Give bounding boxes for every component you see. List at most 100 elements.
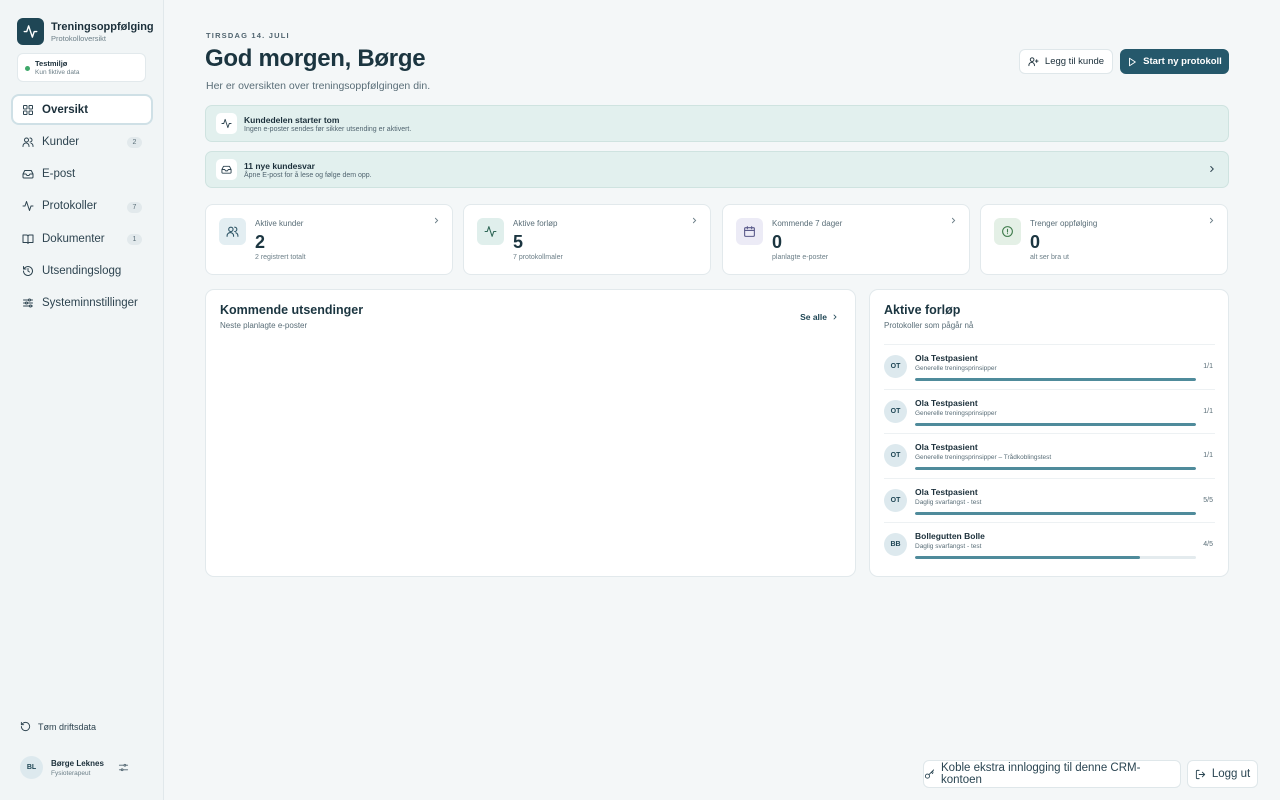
link-login-label: Koble ekstra innlogging til denne CRM-ko…: [941, 762, 1141, 786]
list-item[interactable]: OT Ola Testpasient Generelle treningspri…: [884, 388, 1215, 434]
customer-name: Ola Testpasient: [915, 397, 978, 408]
calendar-icon: [736, 218, 763, 245]
start-protocol-button[interactable]: Start ny protokoll: [1120, 49, 1229, 74]
inbox-icon: [216, 159, 237, 180]
protocol-name: Daglig svarfangst - test: [915, 543, 982, 551]
avatar: OT: [884, 444, 907, 468]
progress-fill: [915, 511, 1196, 515]
progress-count: 1/1: [1203, 407, 1213, 415]
count-badge: 2: [127, 137, 142, 149]
environment-subtitle: Kun fiktive data: [35, 69, 80, 76]
active-courses-panel: Aktive forløp Protokoller som pågår nå O…: [869, 289, 1229, 577]
list-item[interactable]: OT Ola Testpasient Generelle treningspri…: [884, 433, 1215, 478]
play-icon: [1127, 57, 1137, 67]
avatar: BL: [20, 756, 43, 779]
progress-count: 1/1: [1203, 452, 1213, 460]
stat-subtext: 7 protokollmaler: [513, 254, 563, 261]
sidebar-item-label: E-post: [42, 168, 76, 181]
chevron-right-icon: [432, 216, 441, 225]
users-icon: [219, 218, 246, 245]
sidebar-item-oversikt[interactable]: Oversikt: [11, 94, 153, 125]
customer-name: Ola Testpasient: [915, 353, 978, 363]
progress-bar: [915, 511, 1196, 515]
protocol-name: Generelle treningsprinsipper: [915, 409, 997, 417]
list-item[interactable]: OT Ola Testpasient Daglig svarfangst - t…: [884, 477, 1215, 523]
progress-bar: [915, 422, 1196, 426]
user-name: Børge Leknes: [51, 758, 104, 768]
list-item[interactable]: OT Ola Testpasient Generelle treningspri…: [884, 344, 1215, 389]
stat-value: 0: [772, 232, 783, 252]
banner-subtitle: Ingen e-poster sendes før sikker utsendi…: [244, 125, 412, 133]
key-icon: [924, 768, 935, 780]
app-subtitle: Protokolloversikt: [51, 33, 107, 43]
stat-subtext: alt ser bra ut: [1030, 254, 1069, 261]
stat-card-upcoming-7-days[interactable]: Kommende 7 dager 0 planlagte e-poster: [722, 204, 970, 275]
progress-bar: [915, 467, 1196, 471]
protocol-name: Generelle treningsprinsipper: [915, 365, 997, 372]
chevron-right-icon: [690, 216, 699, 225]
sidebar-item-label: Kunder: [42, 135, 80, 148]
sidebar-item-kunder[interactable]: Kunder 2: [11, 126, 153, 157]
new-replies-banner[interactable]: 11 nye kundesvar Åpne E-post for å lese …: [205, 151, 1229, 188]
logout-button[interactable]: Logg ut: [1187, 760, 1258, 788]
sidebar-item-label: Oversikt: [42, 103, 89, 116]
activity-icon: [22, 200, 34, 212]
history-icon: [20, 721, 31, 732]
avatar: OT: [884, 355, 907, 378]
current-date: TIRSDAG 14. JULI: [206, 31, 290, 40]
stat-value: 0: [1030, 232, 1041, 252]
app-title: Treningsoppfølging: [51, 20, 154, 33]
link-login-button[interactable]: Koble ekstra innlogging til denne CRM-ko…: [923, 760, 1181, 788]
info-banner: Kundedelen starter tom Ingen e-poster se…: [205, 105, 1229, 142]
stat-subtext: 2 registrert totalt: [255, 254, 306, 261]
users-icon: [22, 136, 34, 148]
progress-bar: [915, 378, 1196, 381]
page-title: God morgen, Børge: [205, 45, 426, 72]
count-badge: 7: [127, 201, 142, 213]
progress-bar: [915, 556, 1196, 560]
stat-value: 2: [255, 232, 266, 252]
settings-sliders-icon[interactable]: [118, 762, 129, 773]
activity-icon: [216, 113, 237, 134]
list-item[interactable]: BB Bollegutten Bolle Daglig svarfangst -…: [884, 522, 1215, 567]
chevron-right-icon: [1207, 216, 1216, 225]
logout-icon: [1195, 769, 1206, 780]
inbox-icon: [22, 168, 34, 180]
stat-label: Aktive kunder: [255, 219, 304, 228]
sidebar-item-protokoller[interactable]: Protokoller 7: [11, 191, 153, 222]
progress-fill: [915, 467, 1196, 471]
sidebar: Treningsoppfølging Protokolloversikt Tes…: [0, 0, 164, 800]
progress-count: 4/5: [1203, 541, 1213, 549]
activity-icon: [17, 18, 44, 45]
alert-circle-icon: [994, 218, 1021, 245]
chevron-right-icon: [1207, 164, 1217, 174]
environment-badge: Testmiljø Kun fiktive data: [17, 53, 146, 82]
stat-card-active-courses[interactable]: Aktive forløp 5 7 protokollmaler: [463, 204, 711, 275]
brand[interactable]: Treningsoppfølging Protokolloversikt: [17, 18, 154, 45]
add-customer-button[interactable]: Legg til kunde: [1019, 49, 1113, 74]
sidebar-item-utsendingslogg[interactable]: Utsendingslogg: [11, 255, 153, 286]
page-subtitle: Her er oversikten over treningsoppfølgin…: [206, 80, 431, 92]
panel-title: Kommende utsendinger: [220, 303, 364, 317]
stat-card-active-customers[interactable]: Aktive kunder 2 2 registrert totalt: [205, 204, 453, 275]
sidebar-item-e-post[interactable]: E-post: [11, 159, 153, 190]
sidebar-item-dokumenter[interactable]: Dokumenter 1: [11, 223, 153, 254]
status-dot: [25, 66, 30, 71]
stat-card-needs-followup[interactable]: Trenger oppfølging 0 alt ser bra ut: [980, 204, 1228, 275]
count-badge: 1: [127, 234, 142, 246]
sliders-icon: [22, 297, 34, 309]
progress-count: 1/1: [1203, 363, 1213, 370]
history-icon: [22, 265, 34, 277]
reset-data-button[interactable]: Tøm driftsdata: [20, 721, 96, 732]
see-all-link[interactable]: Se alle: [800, 312, 839, 322]
protocol-name: Generelle treningsprinsipper – Trådkobli…: [915, 454, 1052, 462]
protocol-name: Daglig svarfangst - test: [915, 498, 982, 506]
customer-name: Bollegutten Bolle: [915, 531, 985, 542]
avatar: BB: [884, 533, 907, 557]
banner-subtitle: Åpne E-post for å lese og følge dem opp.: [244, 171, 372, 179]
progress-count: 5/5: [1203, 496, 1213, 504]
sidebar-item-systeminnstillinger[interactable]: Systeminnstillinger: [11, 288, 153, 319]
stat-value: 5: [513, 232, 524, 252]
sidebar-item-label: Systeminnstillinger: [42, 297, 138, 310]
reset-label: Tøm driftsdata: [38, 721, 97, 732]
